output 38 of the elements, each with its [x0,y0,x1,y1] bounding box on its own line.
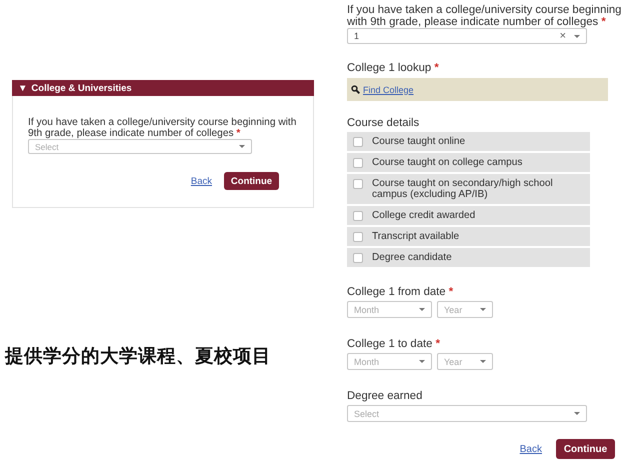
back-link[interactable]: Back [520,444,542,454]
question-label: If you have taken a college/university course beginning with 9th grade, please indicate number of colleges * [28,117,298,139]
question-label: If you have taken a college/university course beginning with 9th grade, please indicate number of colleges * [347,4,622,28]
caption-text: 提供学分的大学课程、夏校项目 [5,345,272,368]
checkbox[interactable] [353,158,363,168]
checkbox-label[interactable]: Course taught on college campus [372,157,522,168]
caret-icon [574,34,580,38]
checkbox[interactable] [353,179,363,189]
checkbox-label[interactable]: Transcript available [372,231,460,242]
checkbox[interactable] [353,253,363,263]
caret-icon [419,360,425,363]
checkbox[interactable] [353,211,363,221]
caret-icon [574,412,580,415]
checkbox-label[interactable]: Degree candidate [372,252,452,263]
find-college-link[interactable]: Find College [363,84,414,94]
clear-icon[interactable]: × [560,30,566,42]
search-icon[interactable] [351,85,360,94]
section-header[interactable]: ▼ College & Universities [12,80,314,96]
checkbox-label[interactable]: Course taught on secondary/high school campus (excluding AP/IB) [372,178,584,200]
checkbox[interactable] [353,137,363,147]
section-title: College & Universities [31,82,132,94]
caret-icon [480,308,486,311]
field-label: Degree earned [347,390,424,403]
checkbox-label[interactable]: Course taught online [372,136,466,147]
caret-icon [239,145,245,148]
caret-icon [419,308,425,311]
field-label: Course details [347,117,420,130]
checkbox[interactable] [353,232,363,242]
back-link[interactable]: Back [190,176,212,186]
caret-icon [480,360,486,363]
checkbox-label[interactable]: College credit awarded [372,210,476,221]
continue-button[interactable]: Continue [556,439,615,459]
collapse-icon[interactable]: ▼ [18,82,28,94]
select-field[interactable]: 1 × [347,28,587,44]
field-label: College 1 to date * [347,338,441,351]
field-label: College 1 from date * [347,286,454,299]
field-label: College 1 lookup * [347,62,440,75]
continue-button[interactable]: Continue [224,172,279,190]
